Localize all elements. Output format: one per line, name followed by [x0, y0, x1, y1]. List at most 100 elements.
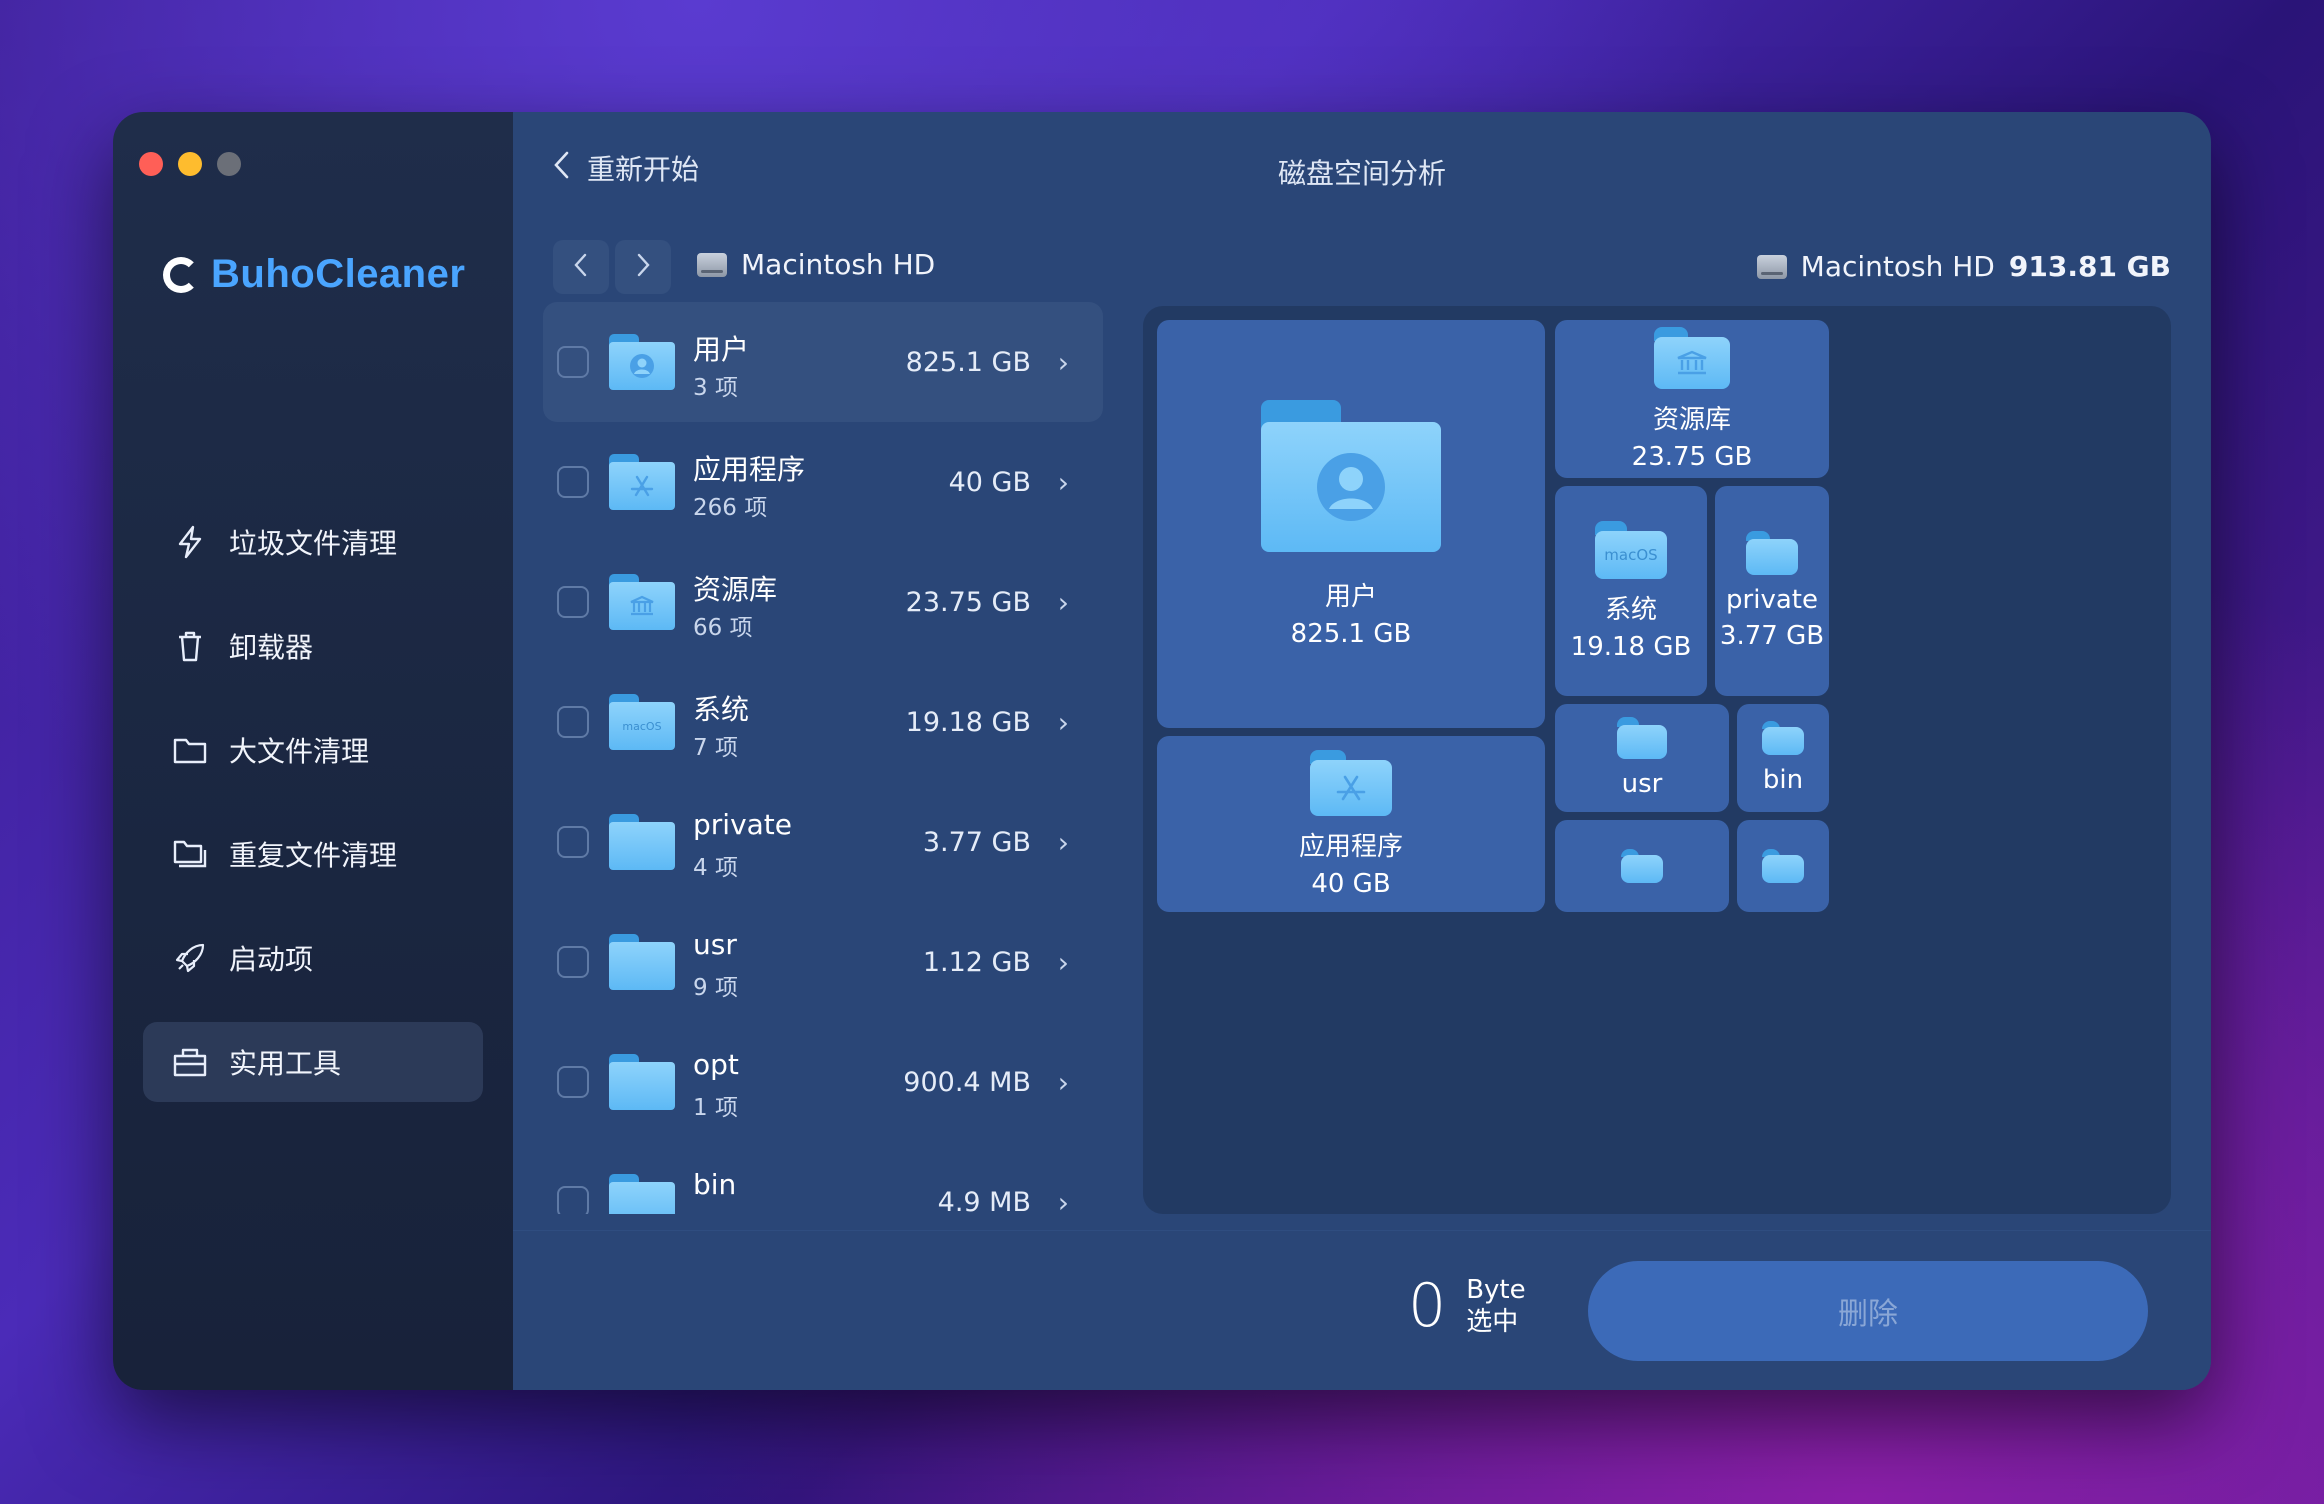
- current-disk-name: Macintosh HD: [741, 248, 936, 281]
- selected-label: 选中: [1466, 1307, 1519, 1337]
- row-checkbox[interactable]: [557, 1066, 589, 1098]
- sidebar: BuhoCleaner 垃圾文件清理 卸载器 大文件清理 重复文件清理 启动项 …: [113, 112, 513, 1390]
- sidebar-item-toolkit[interactable]: 实用工具: [143, 1022, 483, 1102]
- brand-name: BuhoCleaner: [211, 252, 466, 296]
- disk-summary: Macintosh HD 913.81 GB: [1756, 250, 2171, 283]
- folder-icon: [1617, 717, 1667, 759]
- sidebar-nav: 垃圾文件清理 卸载器 大文件清理 重复文件清理 启动项 实用工具: [143, 502, 483, 1126]
- treemap-tile-users[interactable]: 用户 825.1 GB: [1157, 320, 1545, 728]
- row-name: 用户: [693, 333, 750, 366]
- sidebar-item-label: 启动项: [229, 943, 314, 976]
- folder-icon: [609, 1174, 675, 1214]
- window-controls: [139, 152, 241, 176]
- chevron-right-icon[interactable]: ›: [1058, 346, 1069, 379]
- hard-drive-icon: [1756, 254, 1787, 279]
- sidebar-item-junk[interactable]: 垃圾文件清理: [143, 502, 483, 582]
- sidebar-item-label: 重复文件清理: [229, 839, 398, 872]
- chevron-right-icon[interactable]: ›: [1058, 706, 1069, 739]
- chevron-right-icon[interactable]: ›: [1058, 586, 1069, 619]
- folder-icon: [173, 733, 207, 767]
- tile-size: 40 GB: [1311, 868, 1391, 899]
- list-item[interactable]: 用户 3 项 825.1 GB ›: [543, 302, 1103, 422]
- app-store-icon: [1310, 749, 1392, 816]
- list-item[interactable]: macOS 系统 7 项 19.18 GB ›: [543, 662, 1103, 782]
- row-checkbox[interactable]: [557, 706, 589, 738]
- toolbox-icon: [173, 1045, 207, 1079]
- chevron-right-icon[interactable]: ›: [1058, 1066, 1069, 1099]
- row-checkbox[interactable]: [557, 1186, 589, 1214]
- zoom-window-button[interactable]: [217, 152, 241, 176]
- selected-size-value: 0: [1408, 1271, 1447, 1341]
- row-count: 1 项: [693, 1095, 738, 1121]
- folder-icon: [1762, 721, 1804, 755]
- user-icon: [1261, 399, 1441, 552]
- sidebar-item-uninstaller[interactable]: 卸载器: [143, 606, 483, 686]
- minimize-window-button[interactable]: [178, 152, 202, 176]
- disk-summary-name: Macintosh HD: [1800, 250, 1995, 283]
- treemap-tile-system[interactable]: macOS 系统 19.18 GB: [1555, 486, 1707, 696]
- tile-label: usr: [1621, 769, 1663, 799]
- folder-icon: [609, 814, 675, 870]
- bolt-icon: [173, 525, 207, 559]
- row-size: 900.4 MB: [903, 1066, 1031, 1098]
- trash-icon: [173, 629, 207, 663]
- row-checkbox[interactable]: [557, 346, 589, 378]
- sidebar-item-duplicates[interactable]: 重复文件清理: [143, 814, 483, 894]
- treemap-tile-library[interactable]: 资源库 23.75 GB: [1555, 320, 1829, 478]
- treemap: 用户 825.1 GB 资源库 23.75 GB macOS 系统 19.18 …: [1143, 306, 2171, 1214]
- macos-icon: macOS: [609, 694, 675, 750]
- list-item[interactable]: private 4 项 3.77 GB ›: [543, 782, 1103, 902]
- folder-icon: [1621, 849, 1663, 883]
- list-item[interactable]: bin 4.9 MB ›: [543, 1142, 1103, 1214]
- footer-bar: 0 Byte 选中 删除: [513, 1230, 2211, 1390]
- sidebar-item-large-files[interactable]: 大文件清理: [143, 710, 483, 790]
- treemap-tile[interactable]: [1555, 820, 1729, 912]
- row-checkbox[interactable]: [557, 586, 589, 618]
- back-nav-button[interactable]: [553, 240, 609, 294]
- row-count: 4 项: [693, 855, 738, 881]
- chevron-right-icon[interactable]: ›: [1058, 946, 1069, 979]
- treemap-tile-apps[interactable]: 应用程序 40 GB: [1157, 736, 1545, 912]
- folder-icon: [609, 1054, 675, 1110]
- user-icon: [609, 334, 675, 390]
- treemap-tile-usr[interactable]: usr: [1555, 704, 1729, 812]
- list-item[interactable]: 应用程序 266 项 40 GB ›: [543, 422, 1103, 542]
- tile-label: 系统: [1604, 594, 1657, 625]
- row-name: 应用程序: [693, 453, 806, 486]
- library-icon: [1654, 326, 1730, 389]
- treemap-tile-private[interactable]: private 3.77 GB: [1715, 486, 1829, 696]
- row-count: 266 项: [693, 495, 768, 521]
- list-item[interactable]: usr 9 项 1.12 GB ›: [543, 902, 1103, 1022]
- row-name: usr: [693, 928, 737, 961]
- treemap-tile-bin[interactable]: bin: [1737, 704, 1829, 812]
- hard-drive-icon: [697, 252, 727, 277]
- app-logo: BuhoCleaner: [163, 252, 465, 297]
- treemap-tile[interactable]: [1737, 820, 1829, 912]
- forward-nav-button[interactable]: [615, 240, 671, 294]
- row-size: 3.77 GB: [922, 826, 1031, 858]
- row-size: 19.18 GB: [905, 706, 1031, 738]
- selected-size-unit: Byte: [1466, 1275, 1526, 1305]
- macos-icon: macOS: [1595, 520, 1667, 579]
- app-window: BuhoCleaner 垃圾文件清理 卸载器 大文件清理 重复文件清理 启动项 …: [113, 112, 2211, 1390]
- tile-label: 资源库: [1652, 404, 1731, 435]
- tile-label: 应用程序: [1298, 831, 1403, 862]
- list-item[interactable]: 资源库 66 项 23.75 GB ›: [543, 542, 1103, 662]
- chevron-right-icon[interactable]: ›: [1058, 1186, 1069, 1215]
- row-name: bin: [693, 1168, 737, 1201]
- chevron-right-icon[interactable]: ›: [1058, 466, 1069, 499]
- page-title: 磁盘空间分析: [1277, 157, 1446, 190]
- delete-button[interactable]: 删除: [1588, 1261, 2148, 1361]
- row-checkbox[interactable]: [557, 826, 589, 858]
- chevron-right-icon[interactable]: ›: [1058, 826, 1069, 859]
- sidebar-item-label: 垃圾文件清理: [229, 527, 398, 560]
- row-size: 23.75 GB: [905, 586, 1031, 618]
- tile-size: 825.1 GB: [1290, 618, 1412, 649]
- row-checkbox[interactable]: [557, 946, 589, 978]
- sidebar-item-startup[interactable]: 启动项: [143, 918, 483, 998]
- current-disk: Macintosh HD: [697, 248, 935, 281]
- row-checkbox[interactable]: [557, 466, 589, 498]
- row-count: 66 项: [693, 615, 753, 641]
- list-item[interactable]: opt 1 项 900.4 MB ›: [543, 1022, 1103, 1142]
- close-window-button[interactable]: [139, 152, 163, 176]
